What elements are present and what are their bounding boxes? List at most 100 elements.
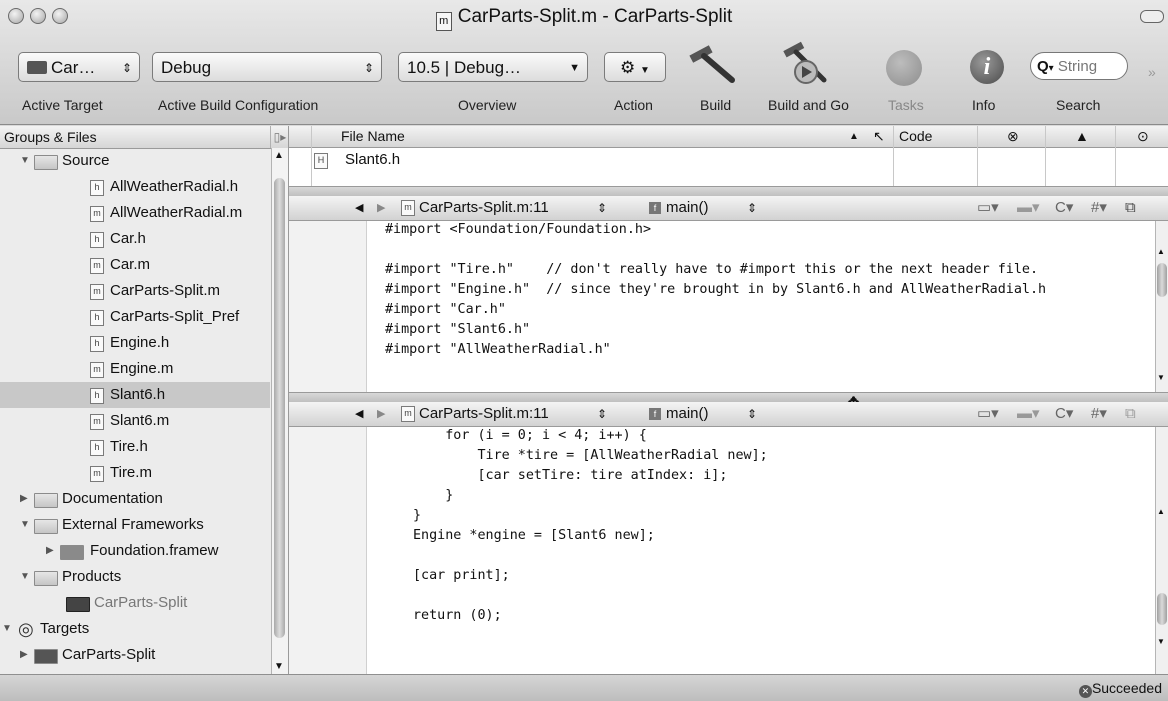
function-popup[interactable]: main() (666, 196, 709, 220)
overview-popup[interactable]: 10.5 | Debug… ▼ (398, 52, 588, 82)
sidebar-item[interactable]: ▼ Products (0, 564, 270, 590)
counterparts-icon[interactable]: ⧉ (1125, 196, 1136, 220)
includes-icon[interactable]: #▾ (1091, 196, 1107, 220)
sidebar-item[interactable]: h CarParts-Split_Pref (0, 304, 270, 330)
disclosure-open-icon[interactable]: ▼ (20, 564, 30, 590)
editor-scroll-thumb[interactable] (1157, 593, 1167, 625)
sidebar-item-label: Foundation.framew (90, 542, 219, 559)
sidebar-item[interactable]: h Slant6.h (0, 382, 270, 408)
sidebar-item[interactable]: CarParts-Split (0, 590, 270, 616)
code-line: Engine *engine = [Slant6 new]; (413, 528, 655, 543)
build-and-go-icon[interactable] (780, 40, 840, 90)
sidebar-item[interactable]: h AllWeatherRadial.h (0, 174, 270, 200)
breakpoints-icon[interactable]: ▬▾ (1017, 196, 1040, 220)
counterparts-icon[interactable]: ⧉ (1125, 402, 1136, 426)
toolbar-toggle-button[interactable] (1140, 10, 1164, 23)
sidebar-item[interactable]: ▼ Source (0, 148, 270, 174)
code-area[interactable]: for (i = 0; i < 4; i++) { Tire *tire = [… (289, 427, 1149, 674)
back-arrow-icon[interactable]: ◀ (355, 196, 363, 220)
sidebar-item[interactable]: ▼ ◎ Targets (0, 616, 270, 642)
scroll-down-icon[interactable]: ▼ (1157, 637, 1165, 646)
sidebar-header[interactable]: Groups & Files ▯▸ (0, 126, 288, 149)
forward-arrow-icon[interactable]: ▶ (377, 196, 385, 220)
errors-column-icon[interactable]: ⊗ (1007, 126, 1019, 147)
scroll-down-icon[interactable]: ▼ (274, 661, 284, 672)
header-file-icon: h (90, 440, 104, 456)
sidebar-item[interactable]: ▶ CarParts-Split (0, 642, 270, 668)
disclosure-closed-icon[interactable]: ▶ (20, 486, 28, 512)
sort-ascending-icon[interactable]: ▲ (849, 126, 859, 147)
editor-scroll-thumb[interactable] (1157, 263, 1167, 297)
active-target-popup[interactable]: Car… ⇕ (18, 52, 140, 82)
function-popup[interactable]: main() (666, 402, 709, 426)
build-hammer-icon[interactable] (686, 40, 746, 90)
sidebar-scroll-thumb[interactable] (274, 178, 285, 638)
split-toggle-icon[interactable]: ▯▸ (270, 126, 288, 148)
editor-navigation-bar: ◀ ▶ m CarParts-Split.m:11 ⇕ f main() ⇕ ▭… (289, 402, 1168, 427)
column-file-name[interactable]: File Name (341, 126, 405, 147)
sidebar-item[interactable]: ▶ Foundation.framew (0, 538, 270, 564)
build-label: Build (700, 97, 732, 113)
warnings-column-icon[interactable]: ▲ (1075, 126, 1089, 147)
scroll-down-icon[interactable]: ▼ (1157, 373, 1165, 382)
file-list: File Name ▲ ↖ Code ⊗ ▲ ⊙ H Slant6.h (289, 126, 1168, 192)
sidebar-scrollbar[interactable]: ▲ ▼ (271, 148, 288, 674)
file-popup[interactable]: CarParts-Split.m:11 (419, 402, 549, 426)
header-file-icon: h (90, 232, 104, 248)
disclosure-closed-icon[interactable]: ▶ (20, 642, 28, 668)
search-field[interactable]: Q▾ String (1030, 52, 1128, 80)
sidebar-item[interactable]: ▶ Documentation (0, 486, 270, 512)
sidebar-item[interactable]: ▼ External Frameworks (0, 512, 270, 538)
column-code[interactable]: Code (899, 126, 932, 147)
sidebar-item[interactable]: m AllWeatherRadial.m (0, 200, 270, 226)
info-icon[interactable]: i (970, 50, 1004, 84)
disclosure-open-icon[interactable]: ▼ (20, 148, 30, 174)
code-line: #import "Tire.h" // don't really have to… (385, 262, 1039, 277)
header-file-icon: h (90, 336, 104, 352)
scroll-up-icon[interactable]: ▲ (274, 150, 284, 161)
editor-scrollbar[interactable]: ▲ ▼ (1155, 427, 1168, 674)
sidebar-item-label: Products (62, 568, 122, 585)
scroll-up-icon[interactable]: ▲ (1157, 247, 1165, 256)
includes-icon[interactable]: #▾ (1091, 402, 1107, 426)
sidebar-item[interactable]: m Tire.m (0, 460, 270, 486)
disclosure-closed-icon[interactable]: ▶ (46, 538, 54, 564)
file-popup[interactable]: CarParts-Split.m:11 (419, 196, 549, 220)
sidebar-item[interactable]: h Tire.h (0, 434, 270, 460)
build-status[interactable]: ✕ Succeeded (1078, 680, 1162, 698)
code-line: #import "AllWeatherRadial.h" (385, 342, 611, 357)
sidebar-item[interactable]: m Engine.m (0, 356, 270, 382)
code-line: #import "Slant6.h" (385, 322, 531, 337)
framework-icon (60, 545, 84, 560)
updown-arrows-icon: ⇕ (747, 201, 758, 215)
source-file-icon: m (90, 258, 104, 274)
class-hierarchy-icon[interactable]: C▾ (1055, 196, 1073, 220)
sidebar-item-label: Engine.m (110, 360, 174, 377)
scroll-up-icon[interactable]: ▲ (1157, 507, 1165, 516)
sidebar-item[interactable]: m Slant6.m (0, 408, 270, 434)
sidebar-item[interactable]: h Car.h (0, 226, 270, 252)
sidebar-item[interactable]: h Engine.h (0, 330, 270, 356)
editor-scrollbar[interactable]: ▲ ▼ (1155, 221, 1168, 392)
forward-arrow-icon[interactable]: ▶ (377, 402, 385, 426)
bookmarks-icon[interactable]: ▭▾ (977, 402, 999, 426)
class-hierarchy-icon[interactable]: C▾ (1055, 402, 1073, 426)
disclosure-open-icon[interactable]: ▼ (2, 616, 12, 642)
hammer-column-icon[interactable]: ↖ (873, 126, 885, 147)
toolbar-overflow-icon[interactable]: » (1148, 64, 1156, 80)
code-area[interactable]: #import <Foundation/Foundation.h> #import… (289, 221, 1149, 392)
sidebar-item[interactable]: m CarParts-Split.m (0, 278, 270, 304)
action-button[interactable]: ⚙ ▼ (604, 52, 666, 82)
updown-arrows-icon: ⇕ (121, 61, 132, 75)
code-line: #import "Engine.h" // since they're brou… (385, 282, 1047, 297)
back-arrow-icon[interactable]: ◀ (355, 402, 363, 426)
build-configuration-popup[interactable]: Debug ⇕ (152, 52, 382, 82)
breakpoints-icon[interactable]: ▬▾ (1017, 402, 1040, 426)
target-column-icon[interactable]: ⊙ (1137, 126, 1149, 147)
tasks-stop-icon[interactable] (886, 50, 922, 86)
bookmarks-icon[interactable]: ▭▾ (977, 196, 999, 220)
sidebar-item[interactable]: m Car.m (0, 252, 270, 278)
table-row[interactable]: H Slant6.h (289, 148, 1168, 172)
disclosure-open-icon[interactable]: ▼ (20, 512, 30, 538)
sidebar-item-label: Source (62, 152, 110, 169)
